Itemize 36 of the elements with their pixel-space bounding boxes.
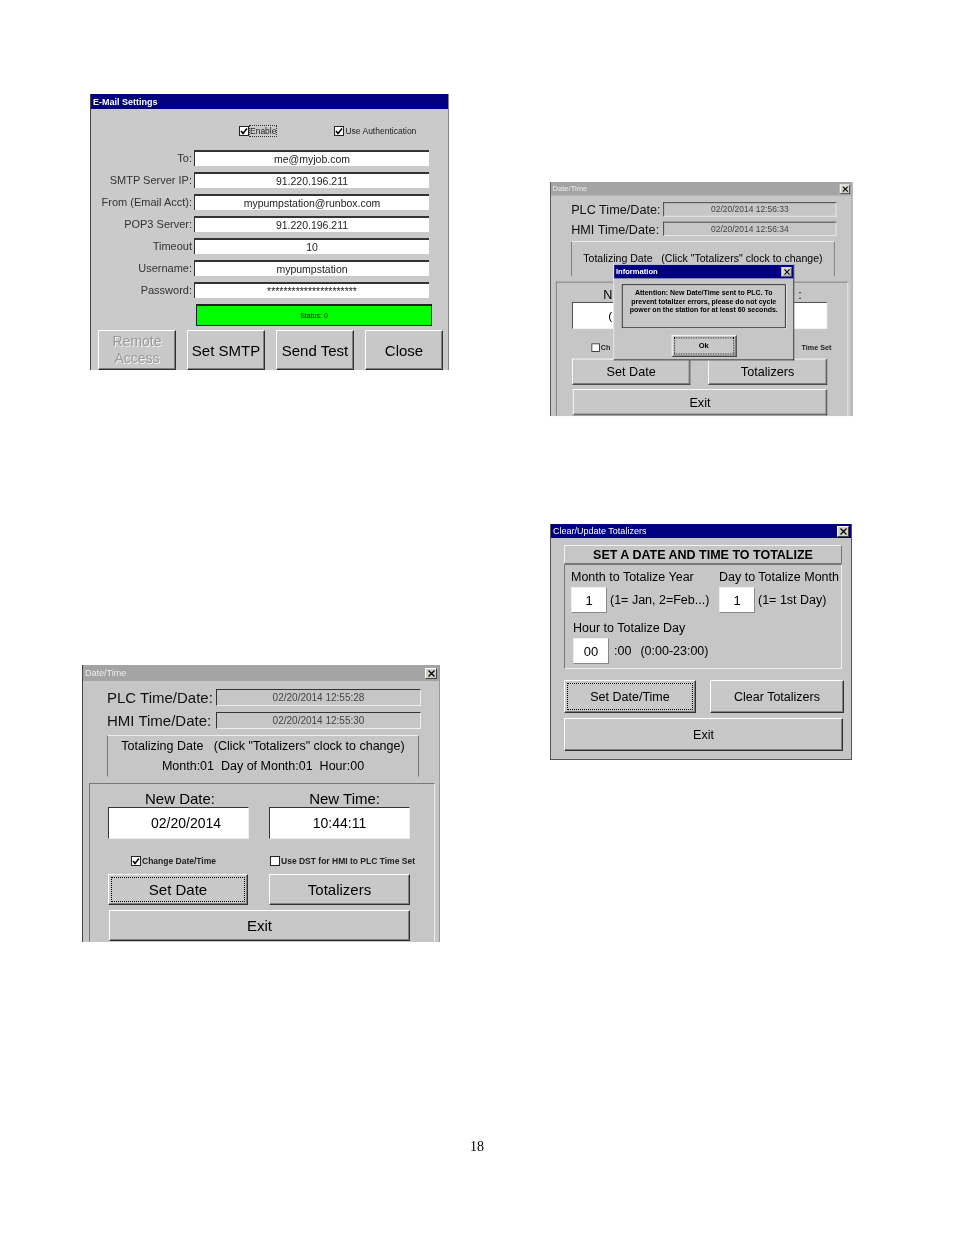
window-title: Clear/Update Totalizers xyxy=(553,526,647,536)
time-display: 02/20/2014 12:55:28 xyxy=(216,689,421,706)
section-heading: SET A DATE AND TIME TO TOTALIZE xyxy=(564,545,842,564)
field-label: Password: xyxy=(139,284,193,296)
info-text: Totalizing Date (Click "Totalizers" clock to change) xyxy=(583,253,823,265)
field-label: HMI Time/Date: xyxy=(571,221,661,237)
field-label: New Date: xyxy=(145,790,216,807)
unit-text: :00 xyxy=(614,644,632,658)
window-title: E-Mail Settings xyxy=(93,96,158,107)
time-display: 02/20/2014 12:55:30 xyxy=(216,712,421,729)
field-label: : xyxy=(798,287,802,302)
checkbox-label: Change Date/Time xyxy=(142,856,216,866)
hint-text: (0:00-23:00) xyxy=(640,644,709,658)
field-label: SMTP Server IP: xyxy=(108,174,193,186)
field-label: Timeout xyxy=(151,240,193,252)
field-label: HMI Time/Date: xyxy=(107,712,213,729)
checkbox-label: Enable xyxy=(250,126,277,136)
hint-text: (1= Jan, 2=Feb...) xyxy=(610,593,710,607)
field-label: Username: xyxy=(137,262,193,274)
page-number: 18 xyxy=(470,1139,484,1154)
field-label: Day to Totalize Month xyxy=(719,570,840,585)
field-label: PLC Time/Date: xyxy=(107,689,214,706)
checkbox-label: Use DST for HMI to PLC Time Set xyxy=(281,856,415,866)
field-label: From (Email Acct): xyxy=(100,196,193,208)
field-label: To: xyxy=(176,152,193,164)
info-text: Totalizing Date (Click "Totalizers" clock to change) xyxy=(121,739,405,753)
hint-text: (1= 1st Day) xyxy=(758,593,827,607)
field-label: New Time: xyxy=(309,790,380,807)
field-label: N xyxy=(603,287,613,302)
field-label: POP3 Server: xyxy=(123,218,193,230)
field-label: PLC Time/Date: xyxy=(571,202,662,217)
checkbox-label: Use Authentication xyxy=(345,126,417,136)
field-label: Hour to Totalize Day xyxy=(573,621,687,636)
field-label: Month to Totalize Year xyxy=(571,570,695,585)
info-text: Month:01 Day of Month:01 Hour:00 xyxy=(161,759,365,773)
window-title: Date/Time xyxy=(85,668,127,678)
